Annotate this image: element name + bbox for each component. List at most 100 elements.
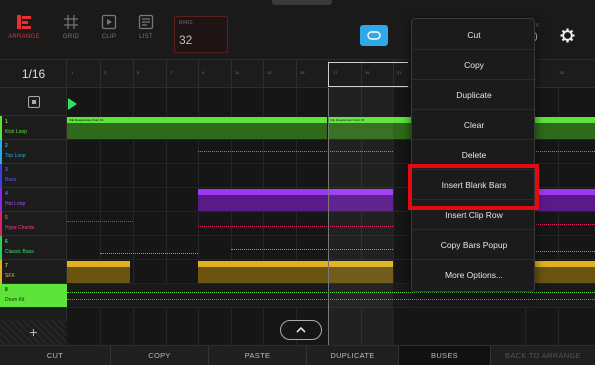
track-number: 1 [5, 119, 8, 125]
loop-range-marker[interactable] [328, 62, 408, 87]
highlight-annotation [408, 164, 539, 210]
ruler-number: 15 [300, 70, 305, 75]
track-name: Classic Bass [5, 249, 34, 255]
track-name: Hat Loop [5, 201, 26, 207]
menu-item-more-options[interactable]: More Options... [412, 260, 536, 290]
clip-header [100, 261, 130, 267]
menu-item-clear[interactable]: Clear [412, 110, 536, 140]
track-name: SFX [5, 273, 15, 279]
ruler-line [296, 60, 297, 88]
track-name: Kick Loop [5, 129, 27, 135]
clip-sfx[interactable] [198, 261, 263, 283]
arrange-icon [17, 15, 31, 29]
track-4[interactable]: 4 Hat Loop [0, 188, 67, 212]
chevron-up-icon [296, 326, 306, 333]
menu-item-cut[interactable]: Cut [412, 20, 536, 50]
partial-label: K [536, 23, 540, 29]
track-number: 4 [5, 191, 8, 197]
track-8[interactable]: 8 Drum Kit [0, 284, 67, 308]
ruler-number: 3 [104, 70, 107, 75]
track-name: Drum Kit [5, 297, 25, 303]
ruler-number: 9 [202, 70, 205, 75]
clip-header [197, 117, 327, 123]
clip-name: Clip DeepHouse Drum Kit [67, 117, 197, 123]
duplicate-button[interactable]: DUPLICATE [306, 346, 398, 365]
track-number: 2 [5, 143, 8, 149]
bars-label: BARS [179, 20, 193, 26]
track-name: Bass [5, 177, 17, 183]
track-number: 5 [5, 215, 8, 221]
scroll-up-button[interactable] [280, 320, 322, 340]
bars-length-field[interactable]: BARS 32 [174, 16, 228, 53]
mode-clip-label: CLIP [101, 34, 117, 40]
menu-item-duplicate[interactable]: Duplicate [412, 80, 536, 110]
cut-button[interactable]: CUT [0, 346, 110, 365]
track-color-stripe [0, 236, 2, 260]
playhead-icon[interactable] [68, 98, 77, 110]
back-to-arrange-button[interactable]: BACK TO ARRANGE [490, 346, 595, 365]
ruler-number: 31 [560, 70, 565, 75]
track-color-stripe [0, 212, 2, 236]
ruler-line [263, 60, 264, 88]
buses-button[interactable]: BUSES [398, 346, 490, 365]
clip-icon [101, 14, 117, 30]
track-color-stripe [0, 116, 2, 140]
add-track-button[interactable]: + [0, 320, 67, 345]
mode-grid-label: GRID [62, 34, 80, 40]
track-name: Top Loop [5, 153, 26, 159]
midi-notes [100, 253, 198, 254]
loop-button[interactable] [360, 25, 388, 46]
clip-sfx[interactable] [263, 261, 328, 283]
clip-hat-loop[interactable] [198, 189, 328, 211]
ruler-number: 1 [71, 70, 74, 75]
ruler-line [198, 60, 199, 88]
list-icon [138, 14, 154, 30]
ruler-number: 7 [170, 70, 173, 75]
ruler-number: 13 [267, 70, 272, 75]
ruler-line [100, 60, 101, 88]
track-number: 6 [5, 239, 8, 245]
mode-arrange-button[interactable]: ARRANGE [4, 14, 44, 40]
bars-value: 32 [179, 33, 193, 47]
menu-item-copy-bars-popup[interactable]: Copy Bars Popup [412, 230, 536, 260]
clip-header [263, 261, 328, 267]
clip-kick-loop[interactable]: Clip DeepHouse Drum Kit [67, 117, 197, 139]
snap-toggle[interactable] [0, 88, 67, 116]
track-color-stripe [0, 140, 2, 164]
track-number: 7 [5, 263, 8, 269]
track-3[interactable]: 3 Bass [0, 164, 67, 188]
clip-kick-loop[interactable] [197, 117, 327, 139]
track-number: 3 [5, 167, 8, 173]
mode-clip-button[interactable]: CLIP [89, 14, 129, 40]
track-6[interactable]: 6 Classic Bass [0, 236, 67, 260]
mode-list-label: LIST [139, 34, 153, 40]
ruler-number: 5 [137, 70, 140, 75]
track-7[interactable]: 7 SFX [0, 260, 67, 284]
clip-sfx[interactable] [67, 261, 100, 283]
gear-icon[interactable] [560, 28, 575, 43]
top-notch [272, 0, 332, 5]
mode-list-button[interactable]: LIST [126, 14, 166, 40]
track-1[interactable]: 1 Kick Loop [0, 116, 67, 140]
mode-grid-button[interactable]: GRID [51, 14, 91, 40]
arrange-screen: ARRANGE GRID CLIP LIST BARS 32 K 1/16 1 … [0, 0, 595, 365]
quantize-value[interactable]: 1/16 [0, 60, 67, 88]
track-color-stripe [0, 260, 2, 284]
mode-arrange-label: ARRANGE [8, 34, 40, 40]
clip-header [198, 261, 263, 267]
context-menu: Cut Copy Duplicate Clear Delete Insert B… [411, 18, 536, 292]
track-color-stripe [0, 164, 2, 188]
paste-button[interactable]: PASTE [208, 346, 306, 365]
copy-button[interactable]: COPY [110, 346, 208, 365]
track-2[interactable]: 2 Top Loop [0, 140, 67, 164]
track-list: 1/16 1 Kick Loop 2 Top Loop 3 Bass 4 Hat… [0, 60, 67, 345]
ruler-line [231, 60, 232, 88]
selected-bars-region [328, 88, 393, 345]
ruler-line [166, 60, 167, 88]
clip-header [67, 261, 100, 267]
clip-sfx[interactable] [100, 261, 130, 283]
menu-item-copy[interactable]: Copy [412, 50, 536, 80]
track-5[interactable]: 5 Hype Chords [0, 212, 67, 236]
track-color-stripe [0, 188, 2, 212]
track-number: 8 [5, 287, 8, 293]
